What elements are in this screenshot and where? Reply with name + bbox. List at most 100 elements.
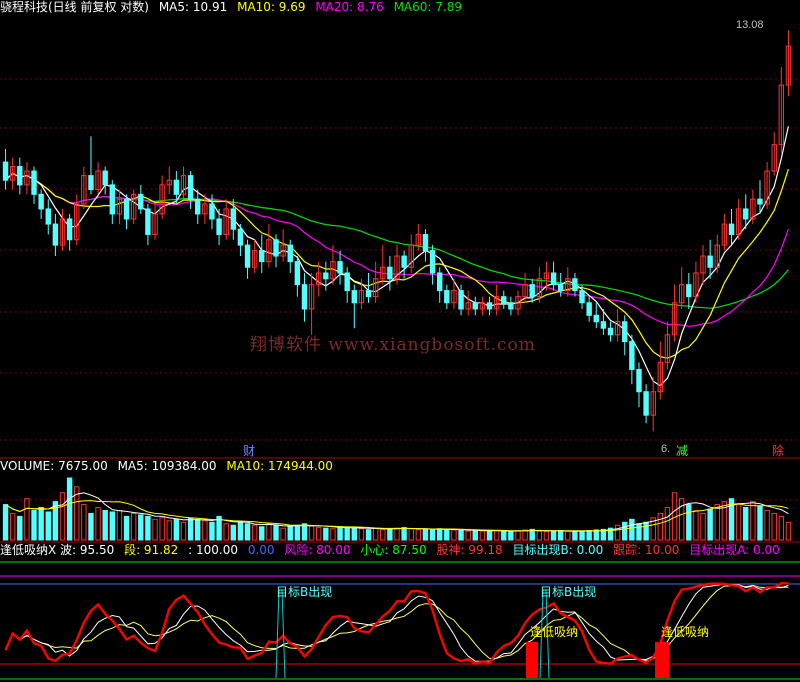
- volume-bar: [707, 508, 713, 541]
- volume-bar: [422, 528, 429, 541]
- volume-bar: [451, 529, 457, 541]
- volume-bar: [180, 521, 187, 541]
- volume-ma5-line: [5, 492, 789, 532]
- volume-bar: [24, 498, 30, 541]
- candle-body: [173, 179, 180, 195]
- volume-bar: [294, 524, 301, 541]
- volume-bar: [479, 530, 486, 541]
- volume-bar: [686, 504, 692, 541]
- fengdi-signal-2: 逢低吸纳: [661, 625, 709, 639]
- price-low-label: 6.: [661, 443, 670, 455]
- volume-bar: [102, 509, 108, 541]
- volume-bar: [522, 529, 528, 541]
- candle-body: [102, 170, 108, 186]
- candle-body: [707, 255, 713, 268]
- volume-bar: [401, 527, 407, 541]
- volume-bar: [372, 527, 379, 541]
- candle-body: [579, 290, 585, 304]
- volume-bar: [81, 504, 87, 541]
- volume-bar: [629, 518, 635, 541]
- candle-body: [622, 321, 628, 343]
- volume-bar: [31, 509, 37, 541]
- volume-bars-group: [2, 477, 792, 541]
- volume-bar: [750, 501, 756, 541]
- volume-bar: [152, 518, 158, 541]
- volume-bar: [636, 523, 642, 541]
- volume-bar: [380, 528, 386, 541]
- volume-bar: [579, 530, 585, 541]
- volume-bar: [266, 523, 272, 541]
- candle-body: [629, 341, 635, 370]
- cai-marker-mid: 减: [676, 444, 688, 458]
- volume-bar: [444, 528, 450, 541]
- volume-bar: [436, 528, 443, 541]
- volume-bar: [664, 507, 671, 541]
- volume-bar: [757, 505, 763, 541]
- volume-bar: [280, 527, 286, 541]
- candle-body: [187, 175, 194, 200]
- volume-bar: [586, 530, 592, 541]
- candle-body: [593, 314, 599, 323]
- volume-bar: [38, 507, 44, 541]
- candle-body: [728, 223, 735, 235]
- volume-bar: [501, 531, 507, 541]
- volume-bar: [187, 517, 194, 541]
- candle-body: [244, 244, 251, 268]
- candle-body: [287, 244, 293, 263]
- volume-bar: [735, 504, 742, 541]
- volume-bar: [778, 515, 785, 541]
- volume-bar: [572, 531, 578, 541]
- volume-bar: [365, 529, 372, 541]
- indicator-yellow-line: [5, 584, 789, 662]
- volume-bar: [145, 515, 151, 541]
- volume-bar: [536, 530, 543, 541]
- volume-bar: [408, 528, 414, 541]
- indicator-main-line: [4, 581, 789, 666]
- candle-body: [422, 233, 429, 252]
- fengdi-signal-bar: [526, 642, 538, 678]
- volume-bar: [486, 530, 493, 541]
- candle-body: [45, 208, 51, 225]
- volume-bar: [17, 515, 23, 541]
- volume-bar: [287, 526, 293, 541]
- candle-body: [486, 302, 493, 310]
- volume-bar: [678, 498, 685, 541]
- volume-bar: [237, 521, 244, 541]
- candle-body: [17, 166, 23, 186]
- candle-body: [52, 223, 59, 246]
- volume-bar: [771, 512, 777, 541]
- candle-body: [365, 290, 372, 298]
- volume-bar: [230, 524, 237, 541]
- ma60-line: [5, 172, 789, 309]
- candle-body: [237, 228, 244, 246]
- watermark: 翔博软件 www.xiangbosoft.com: [250, 335, 536, 355]
- volume-bar: [273, 524, 279, 541]
- volume-bar: [259, 526, 265, 541]
- mubiao-b-spike: [275, 589, 286, 679]
- volume-bar: [657, 512, 664, 541]
- volume-bar: [394, 527, 400, 541]
- volume-bar: [614, 524, 621, 541]
- candle-body: [323, 272, 329, 280]
- candle-body: [458, 290, 464, 310]
- fengdi-signal-1: 逢低吸纳: [530, 625, 578, 639]
- candle-body: [273, 239, 279, 257]
- candle-body: [686, 284, 692, 298]
- candle-body: [529, 284, 535, 298]
- volume-bar: [465, 530, 471, 541]
- volume-bar: [244, 523, 251, 541]
- candle-body: [38, 193, 44, 210]
- volume-bar: [714, 504, 720, 541]
- mubiao-b-signal-1: 目标B出现: [276, 585, 332, 599]
- volume-bar: [622, 521, 628, 541]
- volume-bar: [387, 528, 393, 541]
- cai-marker-right: 除: [772, 443, 784, 458]
- volume-bar: [693, 509, 699, 541]
- candle-body: [586, 302, 592, 316]
- volume-bar: [337, 526, 343, 541]
- volume-bar: [209, 521, 215, 541]
- volume-bar: [351, 527, 358, 541]
- fengdi-signal-bar: [655, 642, 669, 678]
- candle-body: [301, 284, 308, 310]
- volume-bar: [173, 518, 180, 541]
